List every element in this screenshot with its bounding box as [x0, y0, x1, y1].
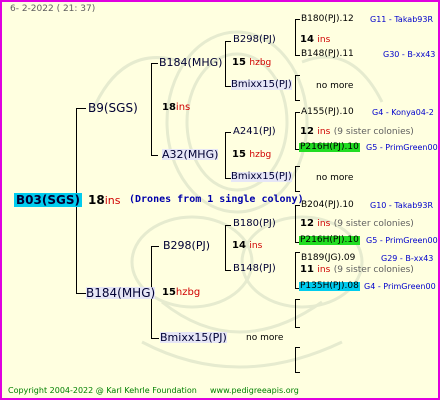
g4-b-ref: G4 - PrimGreen00	[364, 282, 436, 291]
root-bee[interactable]: B03(SGS)	[14, 193, 82, 207]
g3-a-ref: G10 - Takab93R	[370, 201, 434, 210]
g3-a[interactable]: B204(PJ).10	[301, 201, 354, 210]
queen-bee[interactable]: B9(SGS)	[88, 102, 138, 114]
g3-b-ref: G5 - PrimGreen00	[366, 236, 438, 245]
g4-num: 11 ins (9 sister colonies)	[300, 264, 414, 275]
dqd-bee[interactable]: B148(PJ)	[233, 264, 276, 274]
date-header: 6- 2-2022 ( 21: 37)	[10, 4, 96, 14]
dq-bee[interactable]: B298(PJ)	[163, 240, 210, 251]
footer-url[interactable]: www.pedigreeapis.org	[210, 387, 299, 395]
g1-b-ref: G30 - B-xx43	[383, 50, 436, 59]
g4-a[interactable]: B189(JG).09	[301, 254, 355, 263]
drone-num: 15hzbg	[162, 287, 201, 298]
g3-num: 12 ins (9 sister colonies)	[300, 218, 414, 229]
g1-num: 14 ins	[300, 34, 331, 45]
g1-a[interactable]: B180(PJ).12	[301, 15, 354, 24]
g1-b[interactable]: B148(PJ).11	[301, 50, 354, 59]
dd-no-more: no more	[246, 333, 284, 343]
g2-a[interactable]: A155(PJ).10	[301, 108, 354, 117]
g2-num: 12 ins (9 sister colonies)	[300, 126, 414, 137]
qdd-no-more: no more	[316, 173, 354, 183]
qdd-bee[interactable]: Bmixx15(PJ)	[231, 172, 292, 182]
qqd-bee[interactable]: Bmixx15(PJ)	[231, 80, 292, 90]
pedigree-frame: 6- 2-2022 ( 21: 37) B03(SGS) 18ins (Dron…	[0, 0, 440, 400]
queen-num: 18ins	[162, 102, 191, 113]
qdq-bee[interactable]: A241(PJ)	[233, 127, 276, 137]
dq-num: 14 ins	[232, 240, 263, 251]
qd-bee[interactable]: A32(MHG)	[162, 149, 219, 160]
g2-a-ref: G4 - Konya04-2	[372, 108, 434, 117]
qq-bee[interactable]: B184(MHG)	[159, 57, 222, 68]
g4-a-ref: G29 - B-xx43	[381, 254, 434, 263]
g2-b-ref: G5 - PrimGreen00	[366, 143, 438, 152]
qq-num: 15 hzbg	[232, 57, 272, 68]
g4-b[interactable]: P135H(PJ).08	[299, 282, 360, 291]
g2-b[interactable]: P216H(PJ).10	[299, 143, 360, 152]
footer-copyright: Copyright 2004-2022 @ Karl Kehrle Founda…	[8, 386, 197, 395]
qqd-no-more: no more	[316, 81, 354, 91]
drone-bee[interactable]: B184(MHG)	[86, 287, 156, 299]
dqq-bee[interactable]: B180(PJ)	[233, 219, 276, 229]
root-note: (Drones from 1 single colony)	[129, 194, 304, 205]
root-num: 18ins	[88, 193, 121, 207]
g1-a-ref: G11 - Takab93R	[370, 15, 434, 24]
qqq-bee[interactable]: B298(PJ)	[233, 35, 276, 45]
qd-num: 15 hzbg	[232, 149, 272, 160]
dd-bee[interactable]: Bmixx15(PJ)	[160, 332, 227, 343]
g3-b[interactable]: P216H(PJ).10	[299, 236, 360, 245]
